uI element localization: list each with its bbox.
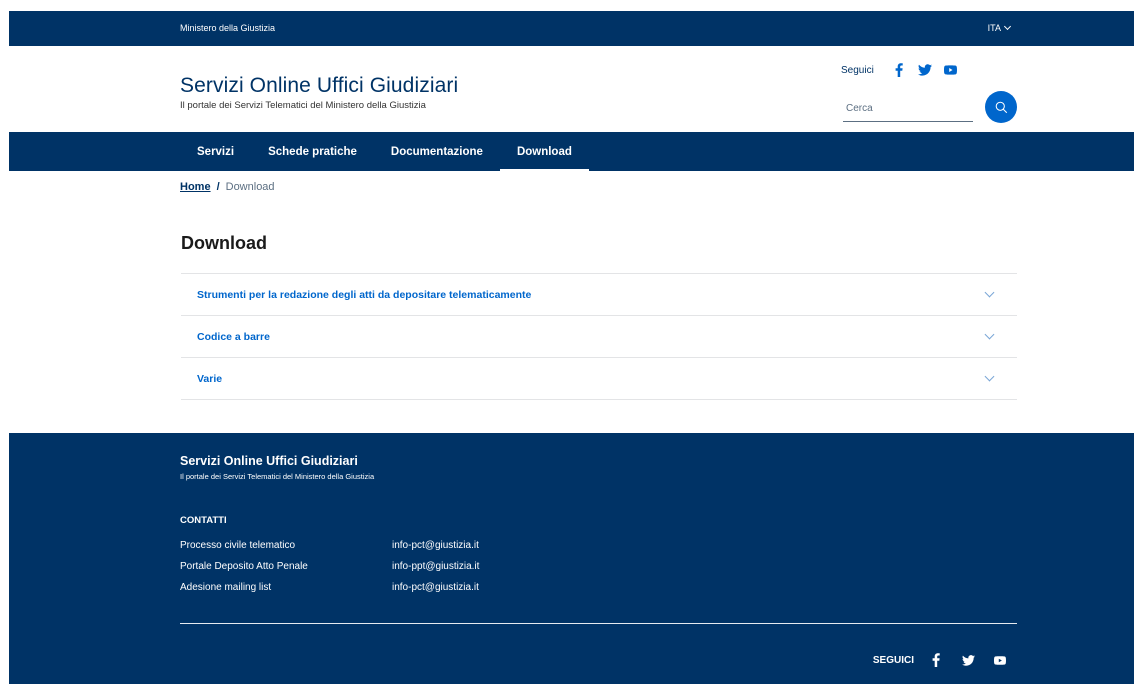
main-nav: Servizi Schede pratiche Documentazione D… (9, 132, 1134, 171)
chevron-down-icon (984, 287, 995, 298)
contacts-list: Processo civile telematico info-pct@gius… (180, 540, 479, 603)
site-title[interactable]: Servizi Online Uffici Giudiziari (180, 74, 458, 98)
language-selector[interactable]: ITA (987, 22, 1012, 33)
accordion-item-codice-a-barre[interactable]: Codice a barre (181, 316, 1017, 358)
facebook-icon[interactable] (886, 62, 912, 78)
chevron-down-icon (984, 371, 995, 382)
twitter-icon[interactable] (952, 652, 984, 668)
contact-name: Portale Deposito Atto Penale (180, 561, 308, 572)
site-subtitle: Il portale dei Servizi Telematici del Mi… (180, 100, 426, 111)
facebook-icon[interactable] (920, 652, 952, 668)
chevron-down-icon (984, 329, 995, 340)
page: Ministero della Giustizia ITA Servizi On… (0, 0, 1144, 684)
footer-title: Servizi Online Uffici Giudiziari (180, 454, 358, 468)
footer-subtitle: Il portale dei Servizi Telematici del Mi… (180, 472, 375, 481)
contact-email-link[interactable]: info-pct@giustizia.it (392, 582, 479, 603)
header-social: Seguici (841, 62, 964, 78)
contact-row: Portale Deposito Atto Penale info-ppt@gi… (180, 561, 479, 582)
search-icon (995, 101, 1007, 113)
twitter-icon[interactable] (912, 62, 938, 78)
contacts-heading: CONTATTI (180, 515, 227, 526)
search-box (843, 96, 973, 122)
contact-name: Adesione mailing list (180, 582, 272, 593)
site-footer: Servizi Online Uffici Giudiziari Il port… (9, 433, 1134, 684)
accordion-item-label: Strumenti per la redazione degli atti da… (197, 288, 532, 301)
footer-social: SEGUICI (873, 652, 1016, 668)
nav-item-download[interactable]: Download (499, 132, 589, 171)
language-label: ITA (987, 23, 1001, 33)
top-bar: Ministero della Giustizia ITA (9, 11, 1134, 46)
nav-item-servizi[interactable]: Servizi (180, 132, 251, 171)
chevron-down-icon (1003, 22, 1012, 31)
contact-name: Processo civile telematico (180, 540, 296, 551)
breadcrumb: Home / Download (180, 181, 275, 193)
nav-item-documentazione[interactable]: Documentazione (374, 132, 500, 171)
accordion-item-label: Varie (197, 372, 223, 385)
breadcrumb-current: Download (225, 181, 275, 193)
contact-email-link[interactable]: info-pct@giustizia.it (392, 540, 479, 561)
contact-row: Adesione mailing list info-pct@giustizia… (180, 582, 479, 603)
follow-label: Seguici (841, 64, 874, 76)
breadcrumb-separator: / (216, 181, 220, 193)
ministry-link[interactable]: Ministero della Giustizia (180, 23, 275, 33)
contact-email-link[interactable]: info-ppt@giustizia.it (392, 561, 479, 582)
nav-item-schede-pratiche[interactable]: Schede pratiche (251, 132, 374, 171)
youtube-icon[interactable] (938, 62, 964, 78)
accordion-item-label: Codice a barre (197, 330, 270, 343)
search-button[interactable] (985, 91, 1017, 123)
breadcrumb-home-link[interactable]: Home (180, 181, 211, 193)
page-title: Download (181, 233, 267, 253)
download-accordion: Strumenti per la redazione degli atti da… (181, 273, 1017, 400)
footer-divider (180, 623, 1017, 624)
footer-follow-label: SEGUICI (872, 654, 914, 666)
site-header: Servizi Online Uffici Giudiziari Il port… (9, 46, 1134, 132)
accordion-item-varie[interactable]: Varie (181, 358, 1017, 400)
youtube-icon[interactable] (984, 652, 1016, 668)
accordion-item-strumenti[interactable]: Strumenti per la redazione degli atti da… (181, 274, 1017, 316)
contact-row: Processo civile telematico info-pct@gius… (180, 540, 479, 561)
search-input[interactable] (843, 96, 973, 120)
